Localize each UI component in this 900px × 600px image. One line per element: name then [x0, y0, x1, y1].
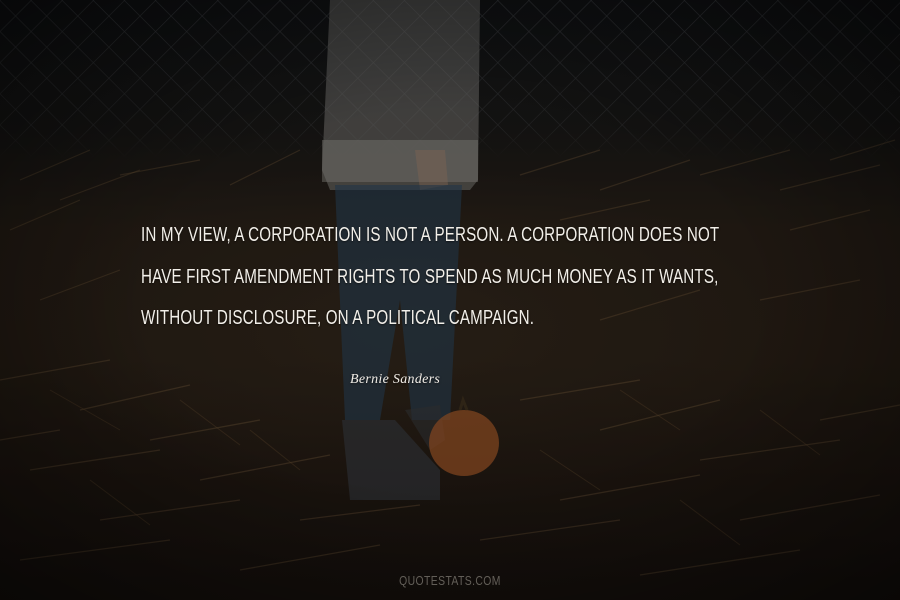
site-watermark: QUOTESTATS.COM	[399, 573, 501, 588]
quote-line: without disclosure, on a political campa…	[141, 306, 535, 329]
quote-line: In my view, a corporation is not a perso…	[141, 223, 720, 246]
quote-line: have First Amendment rights to spend as …	[141, 264, 719, 288]
quote-text: In my view, a corporation is not a perso…	[141, 214, 720, 339]
quote-image: In my view, a corporation is not a perso…	[0, 0, 900, 600]
quote-author: Bernie Sanders	[350, 372, 441, 387]
